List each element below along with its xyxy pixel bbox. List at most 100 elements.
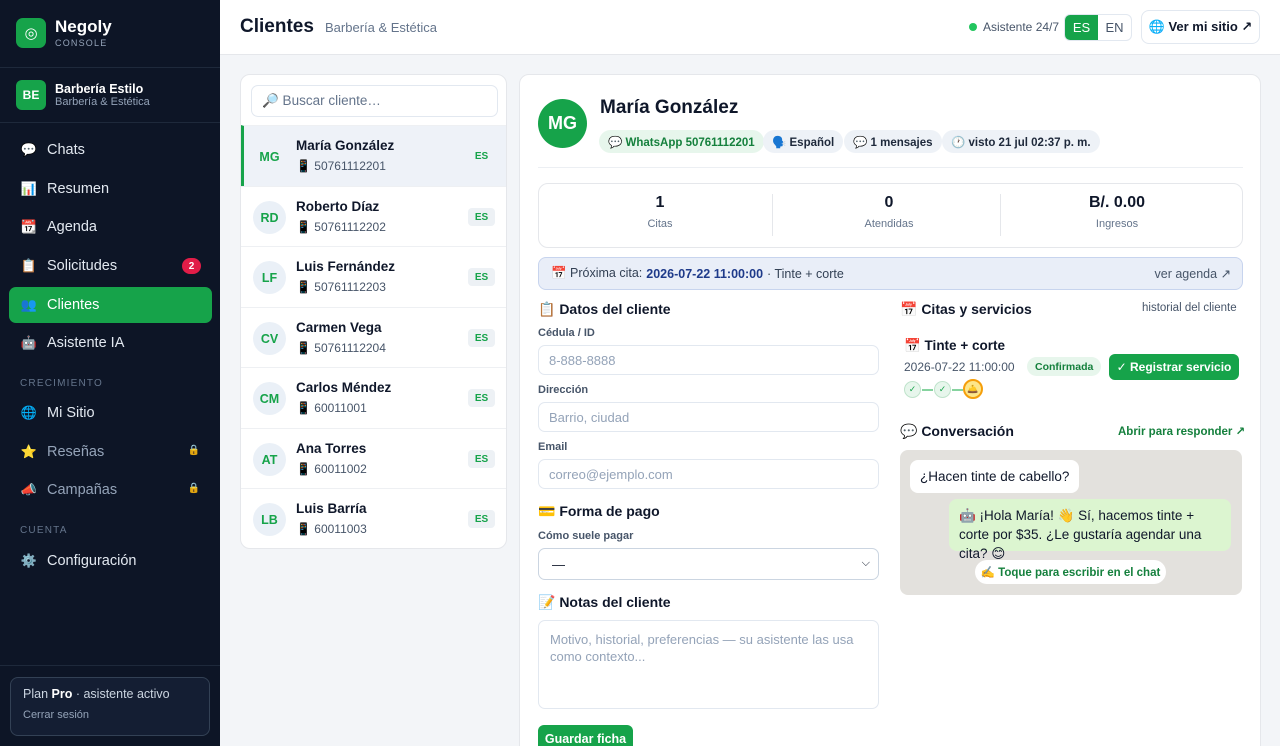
language-badge: ES <box>468 510 495 528</box>
client-row[interactable]: LF Luis Fernández 📱 50761112203 ES <box>241 246 506 307</box>
client-row[interactable]: CM Carlos Méndez 📱 60011001 ES <box>241 367 506 428</box>
brand-subtitle: CONSOLE <box>55 38 108 48</box>
language-badge: ES <box>468 389 495 407</box>
step-connector <box>922 389 933 391</box>
chat-icon: 💬 <box>20 142 38 157</box>
id-field[interactable]: 8-888-8888 <box>538 345 879 375</box>
messages-chip: 💬 1 mensajes <box>844 130 942 153</box>
tap-to-write-button[interactable]: ✍️ Toque para escribir en el chat <box>975 560 1166 584</box>
assistant-status-label: Asistente 24/7 <box>983 20 1060 34</box>
sidebar-divider <box>0 122 220 123</box>
client-row[interactable]: AT Ana Torres 📱 60011002 ES <box>241 428 506 489</box>
client-row[interactable]: RD Roberto Díaz 📱 50761112202 ES <box>241 186 506 247</box>
client-detail-name: María González <box>600 97 739 118</box>
view-site-button[interactable]: 🌐 Ver mi sitio ↗ <box>1141 10 1260 44</box>
whatsapp-chip[interactable]: 💬 WhatsApp 50761112201 <box>599 130 764 153</box>
client-name: Roberto Díaz <box>296 199 380 214</box>
payment-title: 💳 Forma de pago <box>538 503 660 519</box>
sidebar-item-campanas[interactable]: 📣 Campañas 🔒 <box>9 472 212 508</box>
sidebar-item-agenda[interactable]: 📆 Agenda <box>9 209 212 245</box>
business-category: Barbería & Estética <box>55 96 150 108</box>
client-avatar: AT <box>253 443 286 476</box>
bell-icon: 🛎️ <box>963 379 983 399</box>
users-icon: 👥 <box>20 297 38 312</box>
business-switcher[interactable]: BE Barbería Estilo Barbería & Estética <box>16 80 150 110</box>
sidebar-item-label: Asistente IA <box>47 335 125 351</box>
client-history-link[interactable]: historial del cliente <box>1142 302 1237 314</box>
language-badge: ES <box>468 450 495 468</box>
next-appointment-service: · Tinte + corte <box>767 266 844 281</box>
sidebar-item-resumen[interactable]: 📊 Resumen <box>9 171 212 207</box>
section-label-account: CUENTA <box>20 525 68 536</box>
client-name: Carmen Vega <box>296 320 382 335</box>
client-name: María González <box>296 138 395 153</box>
client-row[interactable]: MG María González 📱 50761112201 ES <box>241 125 506 186</box>
stat-value: 0 <box>884 194 894 211</box>
sidebar-item-label: Resumen <box>47 181 110 197</box>
top-header: Clientes Barbería & Estética Asistente 2… <box>220 0 1280 55</box>
client-phone: 📱 60011003 <box>296 522 367 536</box>
client-row[interactable]: LB Luis Barría 📱 60011003 ES <box>241 488 506 548</box>
star-icon: ⭐ <box>20 444 38 459</box>
address-label: Dirección <box>538 384 589 396</box>
appointments-title: 📅 Citas y servicios <box>900 301 1032 317</box>
language-badge: ES <box>468 268 495 286</box>
assistant-status: Asistente 24/7 <box>969 20 1059 34</box>
lang-es-button[interactable]: ES <box>1065 15 1098 40</box>
sidebar-item-configuracion[interactable]: ⚙️ Configuración <box>9 543 212 579</box>
stat-label: Citas <box>647 218 673 230</box>
stat-label: Atendidas <box>864 218 914 230</box>
sidebar-item-resenas[interactable]: ⭐ Reseñas 🔒 <box>9 434 212 470</box>
sidebar-item-label: Mi Sitio <box>47 405 95 421</box>
client-row[interactable]: CV Carmen Vega 📱 50761112204 ES <box>241 307 506 368</box>
robot-icon: 🤖 <box>20 335 38 350</box>
next-appointment-prefix: 📅 Próxima cita: <box>551 266 643 280</box>
client-phone: 📱 50761112202 <box>296 220 386 234</box>
search-input[interactable]: 🔎 Buscar cliente… <box>251 85 498 117</box>
plan-prefix: Plan <box>23 687 49 701</box>
email-field[interactable]: correo@ejemplo.com <box>538 459 879 489</box>
save-button[interactable]: Guardar ficha <box>538 725 633 746</box>
sidebar-item-clientes[interactable]: 👥 Clientes <box>9 287 212 323</box>
sidebar-item-label: Configuración <box>47 553 137 569</box>
stat-citas: 1 Citas <box>545 184 775 247</box>
client-phone: 📱 60011001 <box>296 401 367 415</box>
payment-label: Cómo suele pagar <box>538 530 634 542</box>
sidebar-divider <box>0 665 220 666</box>
sidebar: ◎ Negoly CONSOLE BE Barbería Estilo Barb… <box>0 0 220 746</box>
check-icon: ✓ <box>934 381 951 398</box>
plan-name: Pro <box>51 687 73 701</box>
view-agenda-link[interactable]: ver agenda ↗ <box>1155 266 1232 281</box>
lang-en-button[interactable]: EN <box>1098 15 1131 40</box>
conversation-title: 💬 Conversación <box>900 423 1014 439</box>
client-avatar: MG <box>259 149 280 164</box>
open-chat-link[interactable]: Abrir para responder ↗ <box>1118 424 1245 438</box>
chat-preview[interactable]: ¿Hacen tinte de cabello? 🤖 ¡Hola María! … <box>900 450 1242 595</box>
stats-card: 1 Citas 0 Atendidas B/. 0.00 Ingresos <box>538 183 1243 248</box>
sidebar-item-asistente[interactable]: 🤖 Asistente IA <box>9 325 212 361</box>
sidebar-item-mi-sitio[interactable]: 🌐 Mi Sitio <box>9 395 212 431</box>
client-avatar: LB <box>253 503 286 536</box>
lock-icon: 🔒 <box>187 445 200 456</box>
brand[interactable]: ◎ Negoly CONSOLE <box>16 18 112 48</box>
check-icon: ✓ <box>904 381 921 398</box>
payment-select[interactable]: — ⌵ <box>538 548 879 580</box>
sidebar-item-label: Campañas <box>47 482 118 498</box>
client-avatar: CM <box>253 382 286 415</box>
id-label: Cédula / ID <box>538 327 595 339</box>
logout-link[interactable]: Cerrar sesión <box>23 709 197 721</box>
stat-divider <box>1000 194 1001 236</box>
sidebar-item-label: Reseñas <box>47 444 105 460</box>
sidebar-item-solicitudes[interactable]: 📋 Solicitudes 2 <box>9 248 212 284</box>
status-dot-icon <box>969 23 977 31</box>
client-data-title: 📋 Datos del cliente <box>538 301 671 317</box>
register-service-button[interactable]: ✓ Registrar servicio <box>1109 354 1239 380</box>
notes-textarea[interactable]: Motivo, historial, preferencias — su asi… <box>538 620 879 709</box>
page-subtitle: Barbería & Estética <box>325 20 437 35</box>
sidebar-item-chats[interactable]: 💬 Chats <box>9 132 212 168</box>
address-field[interactable]: Barrio, ciudad <box>538 402 879 432</box>
last-seen-chip: 🕐 visto 21 jul 02:37 p. m. <box>942 130 1100 153</box>
language-chip: 🗣️ Español <box>763 130 844 153</box>
client-phone: 📱 50761112201 <box>296 159 386 173</box>
client-detail-panel: MG María González 💬 WhatsApp 50761112201… <box>519 74 1261 746</box>
